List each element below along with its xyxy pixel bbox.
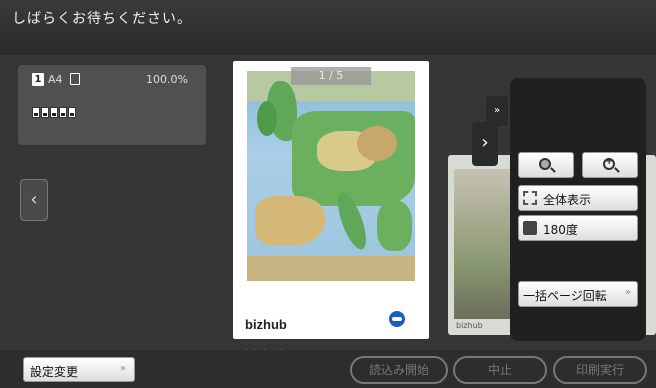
logo-icon — [389, 311, 405, 327]
change-settings-button[interactable]: 設定変更 » — [23, 357, 135, 382]
rotate-icon — [523, 221, 537, 235]
next-page-brand: bizhub — [456, 321, 483, 330]
change-settings-label: 設定変更 — [30, 365, 79, 379]
thumbnail-icon — [68, 107, 76, 118]
thumbnail-icon — [32, 107, 40, 118]
page-number-badge: 1 — [32, 73, 44, 86]
fit-to-page-button[interactable]: 全体表示 — [518, 185, 638, 211]
zoom-in-icon — [603, 156, 615, 170]
thumbnail-icon — [50, 107, 58, 118]
fit-icon — [523, 191, 537, 205]
status-message: しばらくお待ちください。 — [12, 11, 192, 27]
stop-button[interactable]: 中止 — [453, 356, 547, 384]
thumbnail-strip — [32, 107, 76, 118]
paper-size-label: A4 — [48, 73, 63, 86]
thumbnail-icon — [59, 107, 67, 118]
double-chevron-icon: » — [624, 287, 631, 298]
zoom-value: 100.0% — [146, 73, 188, 86]
previous-page-button[interactable]: ‹ — [20, 179, 48, 221]
start-scan-button[interactable]: 読込み開始 — [350, 356, 448, 384]
page-info-panel: 1 A4 100.0% — [18, 65, 206, 145]
page-counter: 1 / 5 — [291, 67, 371, 85]
collapse-panel-button[interactable]: » — [486, 96, 508, 126]
double-chevron-icon: » — [119, 363, 126, 374]
zoom-out-icon — [539, 158, 551, 170]
zoom-in-button[interactable] — [582, 152, 638, 178]
batch-page-rotate-label: 一括ページ回転 — [523, 289, 607, 303]
next-page-button[interactable]: › — [472, 122, 498, 166]
preview-page: 1 / 5 bizhub — [233, 61, 429, 339]
rotate-180-label: 180度 — [543, 223, 578, 237]
page-icon — [70, 73, 80, 85]
fit-to-page-label: 全体表示 — [543, 193, 592, 207]
brand-logo-text: bizhub — [245, 317, 287, 332]
thumbnail-icon — [41, 107, 49, 118]
print-button[interactable]: 印刷実行 — [553, 356, 647, 384]
page-image — [247, 71, 415, 281]
next-page-image — [454, 169, 516, 319]
rotate-180-button[interactable]: 180度 — [518, 215, 638, 241]
zoom-out-button[interactable] — [518, 152, 574, 178]
top-bar: しばらくお待ちください。 — [0, 0, 656, 55]
batch-page-rotate-button[interactable]: 一括ページ回転 » — [518, 281, 638, 307]
